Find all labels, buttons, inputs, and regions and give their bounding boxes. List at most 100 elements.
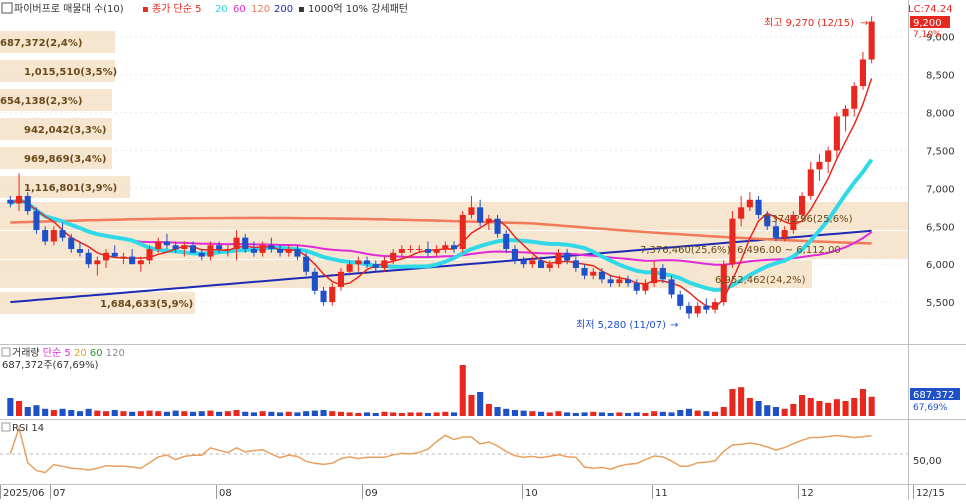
profile-label-avg: 7,374,296(25,6%) bbox=[762, 214, 853, 225]
x-tick-label: 08 bbox=[219, 488, 232, 499]
price-tick-label: 8,000 bbox=[926, 109, 955, 120]
candle-body bbox=[390, 252, 397, 261]
volume-bar bbox=[129, 411, 136, 416]
volume-bar bbox=[355, 413, 362, 416]
volume-badge-value: 687,372 bbox=[913, 390, 954, 401]
candle-body bbox=[659, 267, 666, 280]
chart-title: 파이버프로 매물대 수(10) bbox=[14, 3, 124, 15]
candle-body bbox=[120, 256, 127, 258]
volume-bar bbox=[851, 398, 858, 416]
candle-body bbox=[364, 260, 371, 265]
candle-body bbox=[172, 245, 179, 250]
candle-body bbox=[459, 214, 466, 250]
candle-body bbox=[738, 207, 745, 219]
candle-body bbox=[520, 260, 527, 265]
candle-body bbox=[746, 199, 753, 208]
volume-bar bbox=[42, 408, 49, 416]
candle-body bbox=[277, 249, 284, 253]
candle-body bbox=[111, 252, 118, 257]
candle-body bbox=[833, 116, 840, 151]
volume-bar bbox=[572, 413, 579, 416]
candle-body bbox=[268, 245, 275, 250]
volume-bar bbox=[459, 365, 466, 416]
volume-bar bbox=[85, 408, 92, 416]
candle-body bbox=[868, 21, 875, 60]
volume-bar bbox=[16, 401, 23, 416]
profile-label: 654,138(2,3%) bbox=[0, 96, 82, 107]
rsi-tick: 50,00 bbox=[913, 456, 942, 467]
profile-label: 1,116,801(3,9%) bbox=[24, 183, 117, 194]
volume-bar bbox=[68, 410, 75, 416]
candle-body bbox=[485, 218, 492, 223]
volume-bar bbox=[233, 410, 240, 416]
volume-bar bbox=[581, 412, 588, 416]
volume-bar bbox=[833, 399, 840, 416]
candle-body bbox=[163, 241, 170, 246]
candle-body bbox=[372, 264, 379, 268]
profile-label: 969,869(3,4%) bbox=[24, 154, 106, 165]
volume-bar bbox=[755, 401, 762, 416]
candle-body bbox=[703, 305, 710, 310]
price-tick-label: 6,000 bbox=[926, 260, 955, 271]
high-annotation: 최고 9,270 (12/15) bbox=[764, 17, 854, 29]
low-annotation: 최저 5,280 (11/07) bbox=[576, 319, 666, 331]
candle-body bbox=[33, 211, 40, 231]
x-tick-label: 12/15 bbox=[916, 488, 945, 499]
candle-body bbox=[207, 245, 214, 257]
volume-bar bbox=[520, 410, 527, 416]
candle-body bbox=[625, 279, 632, 284]
volume-bar bbox=[163, 411, 170, 416]
candle-body bbox=[468, 207, 475, 215]
volume-bar bbox=[346, 412, 353, 416]
volume-bar bbox=[772, 407, 779, 416]
volume-bar bbox=[668, 412, 675, 416]
candle-body bbox=[250, 249, 257, 253]
candle-body bbox=[807, 169, 814, 196]
volume-bar bbox=[807, 398, 814, 416]
volume-bar bbox=[155, 411, 162, 416]
volume-bar bbox=[659, 411, 666, 416]
candle-body bbox=[859, 59, 866, 87]
candle-body bbox=[398, 249, 405, 253]
profile-label: 687,372(2,4%) bbox=[0, 38, 82, 49]
candle-body bbox=[129, 256, 136, 265]
volume-bar bbox=[799, 395, 806, 416]
volume-bar bbox=[816, 401, 823, 416]
volume-bar bbox=[294, 412, 301, 416]
candle-body bbox=[407, 249, 414, 251]
candle-body bbox=[598, 271, 605, 280]
candle-body bbox=[311, 271, 318, 291]
volume-bar bbox=[250, 412, 257, 416]
volume-bar bbox=[207, 410, 214, 416]
candle-body bbox=[651, 267, 658, 284]
volume-bar bbox=[268, 411, 275, 416]
volume-bar bbox=[781, 408, 788, 416]
volume-bar bbox=[720, 407, 727, 416]
volume-bar bbox=[146, 410, 153, 416]
candle-body bbox=[842, 108, 849, 117]
candle-body bbox=[242, 237, 249, 250]
volume-bar bbox=[633, 412, 640, 416]
candle-body bbox=[755, 199, 762, 215]
price-tick-label: 8,500 bbox=[926, 71, 955, 82]
lc-label: LC:74.24 bbox=[908, 4, 953, 15]
candle-body bbox=[772, 226, 779, 238]
volume-bar bbox=[33, 405, 40, 416]
candle-body bbox=[633, 283, 640, 291]
volume-bar bbox=[137, 411, 144, 416]
volume-bar bbox=[868, 396, 875, 416]
grid-icon[interactable] bbox=[1, 2, 13, 14]
volume-bar bbox=[285, 411, 292, 416]
ma200-label: 200 bbox=[274, 4, 293, 15]
candle-body bbox=[103, 252, 110, 261]
volume-bar bbox=[625, 413, 632, 416]
candle-body bbox=[433, 249, 440, 253]
volume-bar bbox=[381, 411, 388, 416]
x-tick-label: 11 bbox=[655, 488, 668, 499]
stock-chart: 687,372(2,4%) 1,015,510(3,5%) 654,138(2,3%… bbox=[0, 0, 966, 500]
candle-body bbox=[494, 218, 501, 234]
volume-bar bbox=[485, 404, 492, 416]
volume-bar bbox=[311, 410, 318, 416]
candle-body bbox=[442, 245, 449, 250]
volume-bar bbox=[407, 412, 414, 416]
